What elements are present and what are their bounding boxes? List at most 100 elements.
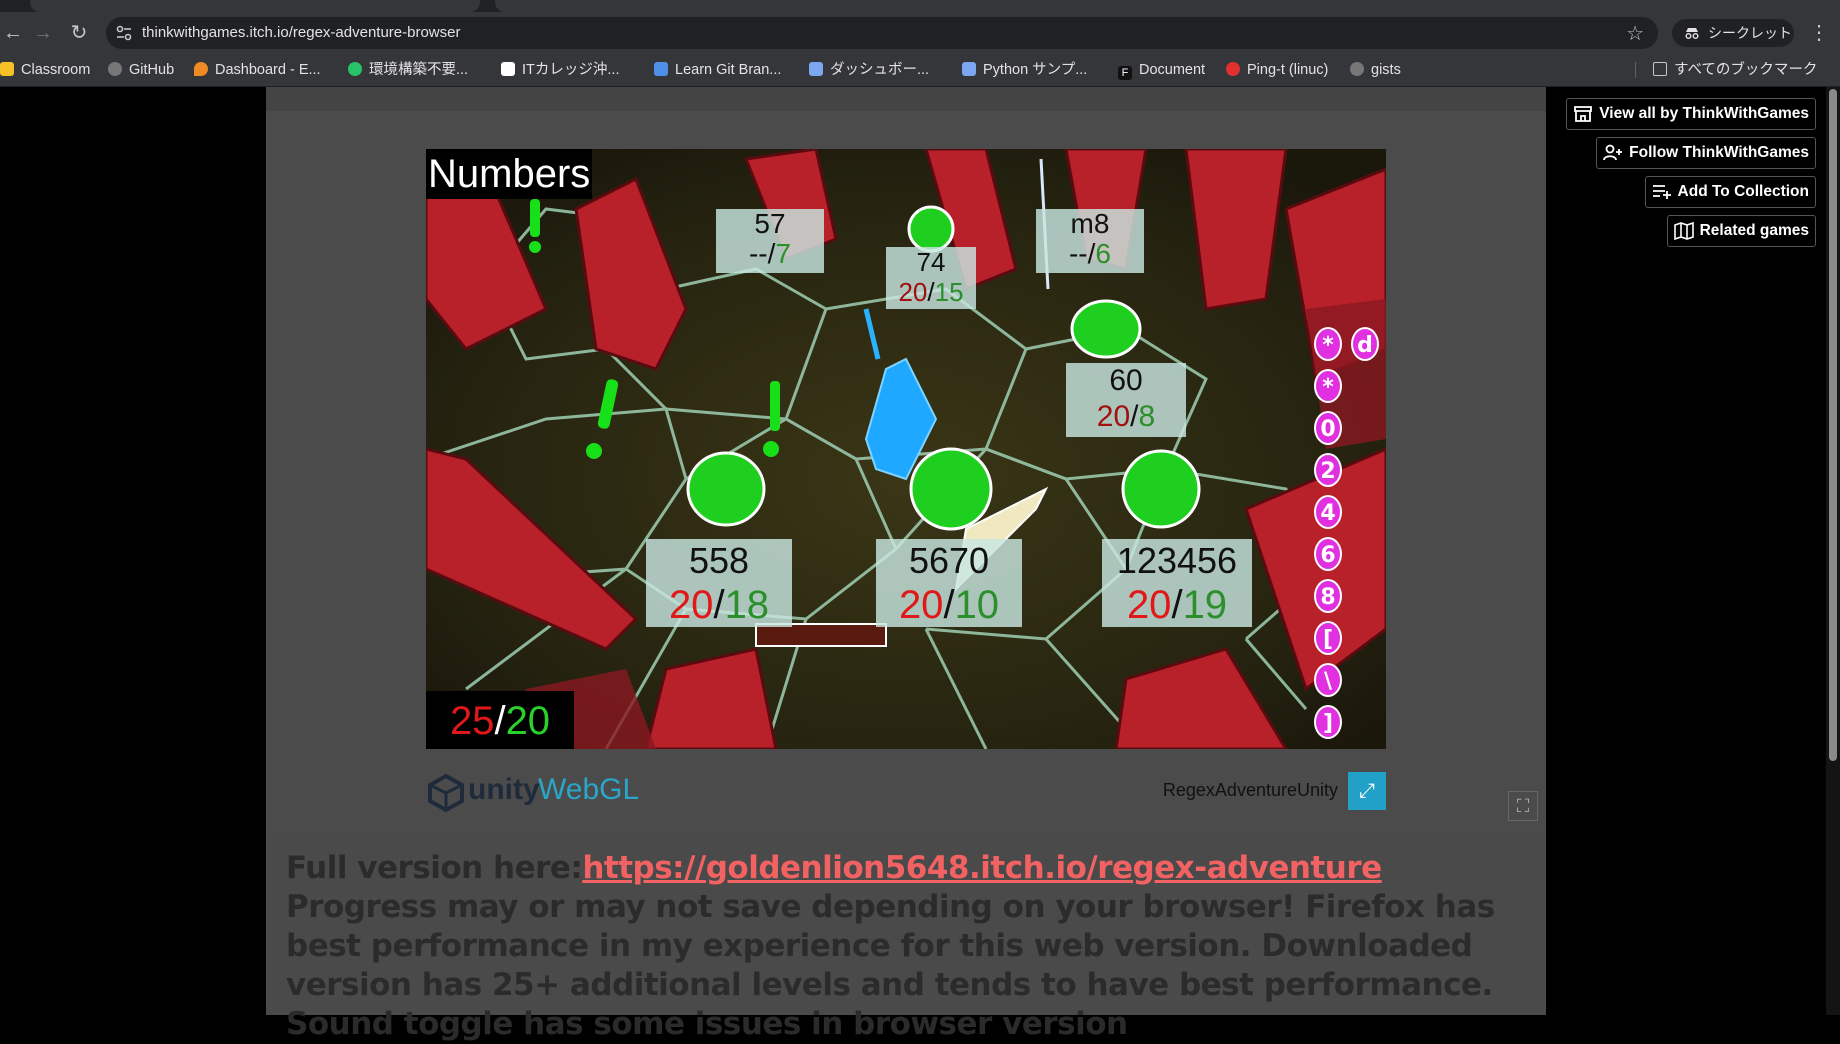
notion-icon: [501, 62, 515, 76]
unity-footer: unity WebGL RegexAdventureUnity ⤢: [426, 769, 1386, 813]
header-strip: [266, 87, 1546, 111]
document-icon: F: [1118, 66, 1132, 80]
follow-button[interactable]: Follow ThinkWithGames: [1596, 137, 1816, 169]
regex-token[interactable]: [: [1314, 621, 1342, 655]
pingt-icon: [1226, 62, 1240, 76]
game-scene: [426, 149, 1386, 749]
git-branch-icon: [654, 62, 668, 76]
enemy-name: m8: [1070, 208, 1110, 239]
map-icon: [1673, 222, 1694, 240]
expand-icon[interactable]: ⛶: [1508, 791, 1538, 821]
related-games-button[interactable]: Related games: [1666, 215, 1816, 247]
fullscreen-icon[interactable]: ⤢: [1348, 772, 1386, 810]
webgl-wordmark: WebGL: [538, 773, 640, 806]
scrollbar-thumb[interactable]: [1829, 89, 1837, 761]
tab-background[interactable]: [30, 0, 480, 12]
github-icon: [108, 62, 122, 76]
flame-icon: [194, 62, 208, 76]
store-icon: [1574, 106, 1593, 122]
regex-token[interactable]: 8: [1314, 579, 1342, 613]
cube-icon: [962, 62, 976, 76]
view-all-button[interactable]: View all by ThinkWithGames: [1566, 98, 1816, 130]
description-prefix: Full version here:: [286, 850, 583, 886]
browser-toolbar: ← → ↻ thinkwithgames.itch.io/regex-adven…: [0, 12, 1840, 54]
bookmark-pingt[interactable]: Ping-t (linuc): [1226, 54, 1328, 86]
enemy-hp-right: 18: [724, 583, 770, 627]
enemy-label: 558 20/18: [646, 539, 792, 627]
enemy-label: 60 20/8: [1066, 363, 1186, 437]
enemy-hp-right: 7: [775, 238, 791, 269]
regex-token[interactable]: d: [1351, 327, 1379, 361]
incognito-label: シークレット: [1708, 25, 1792, 41]
enemy-hp-left: 20: [1096, 400, 1131, 433]
regex-token[interactable]: 6: [1314, 537, 1342, 571]
bookmark-dashboard-jp[interactable]: ダッシュボー...: [809, 54, 929, 86]
incognito-icon: [1685, 28, 1699, 39]
enemy-hp-left: 20: [668, 583, 714, 627]
playlist-add-icon: [1652, 185, 1671, 199]
bookmark-gists[interactable]: gists: [1350, 54, 1401, 86]
score-counter: 25/20: [426, 691, 574, 749]
incognito-indicator[interactable]: シークレット: [1672, 19, 1794, 47]
regex-token[interactable]: *: [1314, 369, 1342, 403]
enemy-hp-left: --: [748, 238, 768, 269]
unity-logo-icon: [428, 773, 464, 813]
user-plus-icon: [1603, 144, 1623, 161]
bookmark-env[interactable]: 環境構築不要...: [348, 54, 468, 86]
regex-token[interactable]: *: [1314, 327, 1342, 361]
enemy-label: 123456 20/19: [1102, 539, 1252, 627]
forward-icon[interactable]: →: [30, 20, 56, 46]
url-text[interactable]: thinkwithgames.itch.io/regex-adventure-b…: [142, 17, 460, 49]
game-canvas[interactable]: Numbers 57 --/7 74 20/15 m8 --/6 60 20/8: [426, 149, 1386, 749]
bookmark-github[interactable]: GitHub: [108, 54, 174, 86]
back-icon[interactable]: ←: [0, 20, 26, 46]
page-body: Numbers 57 --/7 74 20/15 m8 --/6 60 20/8: [0, 87, 1840, 1042]
enemy-label: 74 20/15: [886, 247, 976, 309]
bookmark-document[interactable]: F Document: [1118, 54, 1205, 86]
folder-icon: [1653, 62, 1667, 76]
enemy-hp-right: 19: [1182, 583, 1228, 627]
regex-token[interactable]: ]: [1314, 705, 1342, 739]
bookmark-classroom[interactable]: Classroom: [0, 54, 90, 86]
regex-token[interactable]: 4: [1314, 495, 1342, 529]
github-icon: [1350, 62, 1364, 76]
address-bar[interactable]: thinkwithgames.itch.io/regex-adventure-b…: [106, 17, 1658, 49]
classroom-icon: [0, 62, 14, 76]
bookmark-star-icon[interactable]: ☆: [1626, 21, 1644, 46]
bookmark-dashboard[interactable]: Dashboard - E...: [194, 54, 321, 86]
site-info-icon[interactable]: [114, 23, 134, 43]
enemy-hp-right: 6: [1095, 238, 1111, 269]
full-version-link[interactable]: https://goldenlion5648.itch.io/regex-adv…: [582, 850, 1382, 886]
bookmark-itcollege[interactable]: ITカレッジ沖...: [501, 54, 619, 86]
reload-icon[interactable]: ↻: [66, 20, 92, 46]
product-name: RegexAdventureUnity: [1162, 780, 1338, 800]
enemy-name: 558: [688, 540, 750, 581]
add-to-collection-button[interactable]: Add To Collection: [1644, 176, 1816, 208]
cube-icon: [809, 62, 823, 76]
enemy-name: 74: [916, 247, 946, 277]
page-scrollbar[interactable]: [1826, 87, 1840, 1015]
all-bookmarks-button[interactable]: すべてのブックマーク: [1653, 54, 1817, 86]
game-page-column: Numbers 57 --/7 74 20/15 m8 --/6 60 20/8: [266, 87, 1546, 1042]
tab-strip: [0, 0, 1840, 12]
bookmark-python[interactable]: Python サンプ...: [962, 54, 1087, 86]
regex-token[interactable]: 2: [1314, 453, 1342, 487]
enemy-hp-right: 15: [934, 277, 964, 307]
browser-menu-icon[interactable]: ⋮: [1806, 20, 1832, 46]
bookmark-learngit[interactable]: Learn Git Bran...: [654, 54, 781, 86]
env-icon: [348, 62, 362, 76]
enemy-label: m8 --/6: [1036, 209, 1144, 273]
enemy-label: 5670 20/10: [876, 539, 1022, 627]
regex-token[interactable]: 0: [1314, 411, 1342, 445]
enemy-hp-left: --: [1068, 238, 1088, 269]
enemy-hp-right: 10: [954, 583, 1000, 627]
regex-token[interactable]: \: [1314, 663, 1342, 697]
enemy-hp-right: 8: [1138, 400, 1156, 433]
bookmarks-divider: [1635, 62, 1636, 78]
game-embed: Numbers 57 --/7 74 20/15 m8 --/6 60 20/8: [266, 111, 1546, 831]
level-title: Numbers: [426, 149, 593, 199]
enemy-hp-left: 20: [898, 277, 928, 307]
enemy-hp-left: 20: [898, 583, 944, 627]
enemy-label: 57 --/7: [716, 209, 824, 273]
enemy-name: 123456: [1116, 540, 1238, 581]
